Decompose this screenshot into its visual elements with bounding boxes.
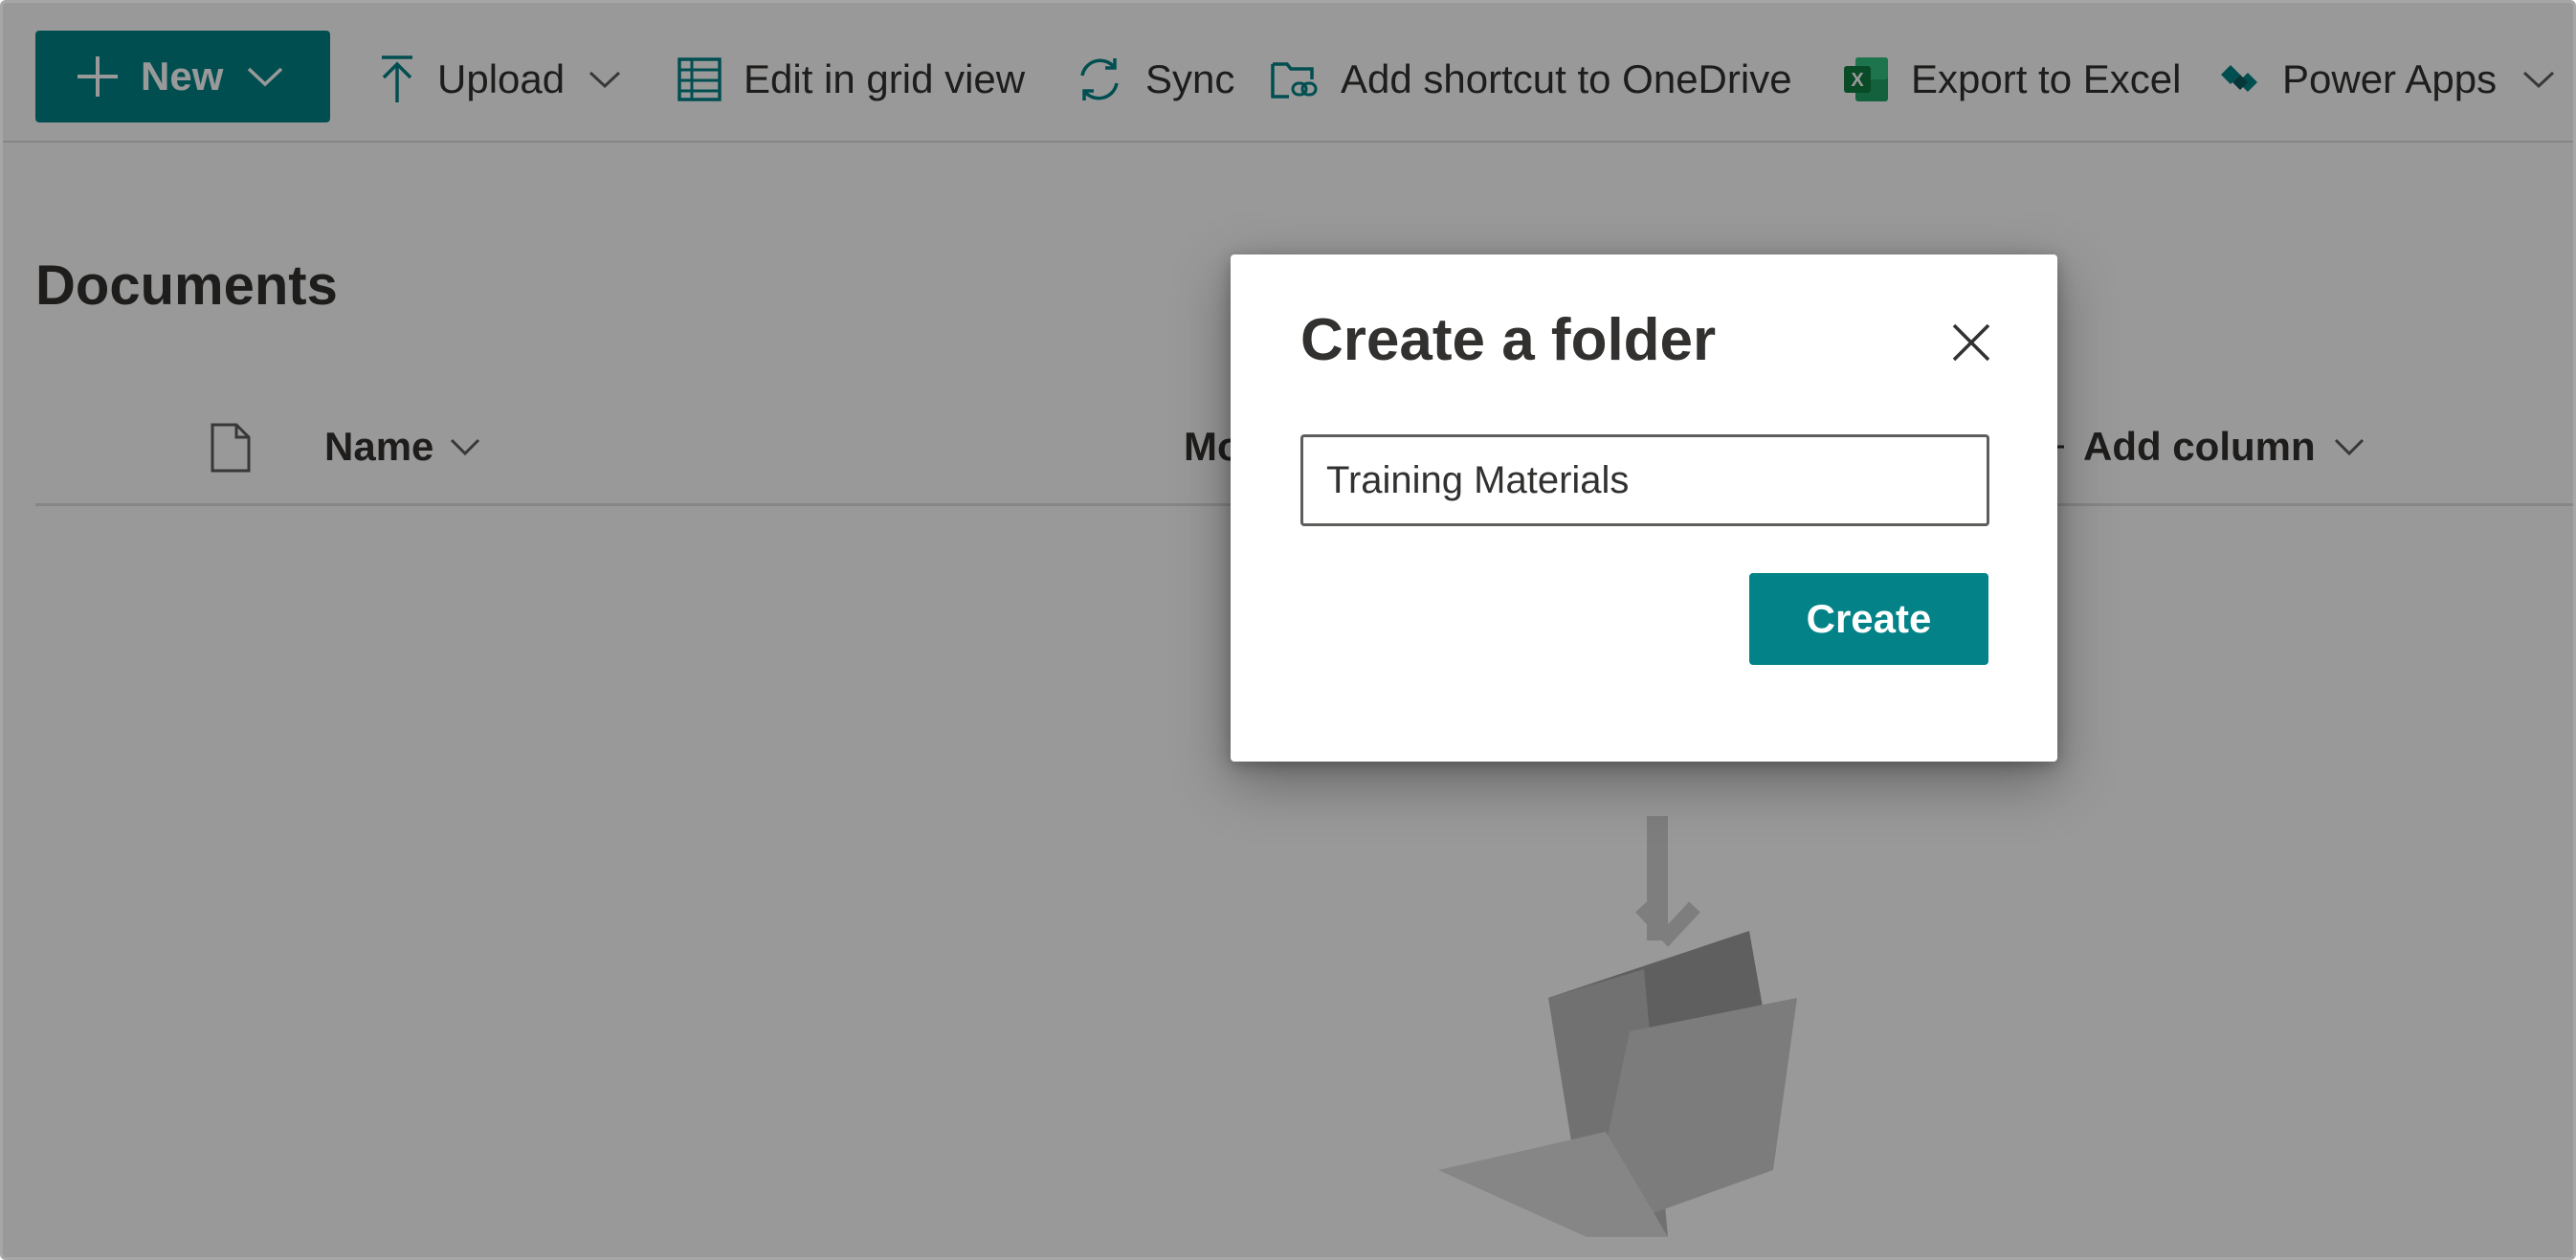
create-button[interactable]: Create [1749, 573, 1988, 665]
close-button[interactable] [1943, 314, 2000, 371]
folder-name-input[interactable] [1300, 434, 1989, 526]
close-icon [1952, 323, 1990, 362]
document-library-page: New Upload Edit in grid view Sync Add sh… [0, 0, 2576, 1260]
dialog-title: Create a folder [1300, 307, 1717, 373]
create-folder-dialog: Create a folder Create [1231, 254, 2057, 762]
